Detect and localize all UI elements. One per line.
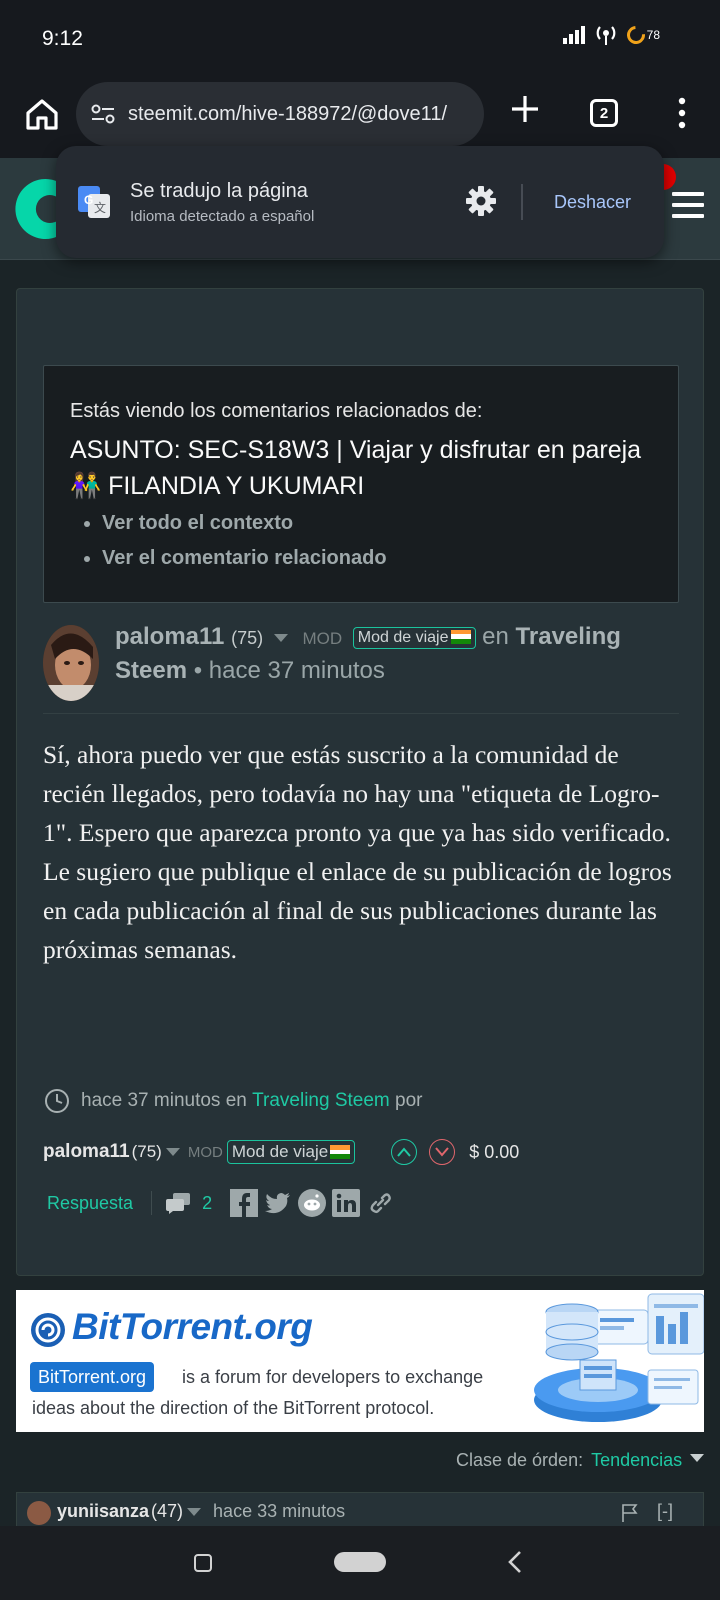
divider: [521, 184, 523, 220]
context-links: Ver todo el contexto Ver el comentario r…: [102, 512, 387, 582]
status-bar: 9:12 78: [0, 0, 720, 78]
comment-footer-author: paloma11 (75) MOD Mod de viaje $ 0.00: [43, 1139, 519, 1165]
hotspot-icon: [596, 26, 616, 45]
next-comment-time[interactable]: hace 33 minutos: [213, 1501, 345, 1522]
new-tab-icon[interactable]: [508, 92, 542, 126]
footer-role-badge: Mod de viaje: [226, 1140, 356, 1164]
clock-icon: [45, 1089, 69, 1113]
role-badge-text: Mod de viaje: [357, 628, 449, 646]
gear-icon[interactable]: [464, 184, 498, 218]
next-comment-dropdown-icon[interactable]: [187, 1507, 202, 1516]
author-name[interactable]: paloma11: [115, 623, 224, 650]
downvote-icon[interactable]: [429, 1139, 456, 1165]
comment-author-line: paloma11 (75) MOD Mod de viaje en Travel…: [115, 621, 675, 687]
author-reputation: (75): [231, 628, 264, 648]
system-nav-bar: [0, 1526, 720, 1600]
next-comment-reputation: (47): [151, 1501, 184, 1521]
flag-icon[interactable]: [621, 1503, 639, 1523]
site-settings-icon[interactable]: [88, 99, 118, 129]
next-comment-author[interactable]: yuniisanza: [57, 1501, 149, 1522]
ad-pill: BitTorrent.org: [30, 1362, 155, 1392]
divider: [151, 1191, 153, 1215]
google-translate-icon: G 文: [78, 186, 110, 218]
url-text: steemit.com/hive-188972/@dove11/: [128, 102, 447, 125]
server-illustration: [534, 1293, 704, 1422]
view-parent-comment-link[interactable]: Ver el comentario relacionado: [102, 547, 387, 570]
home-icon[interactable]: [22, 94, 62, 134]
linkedin-icon[interactable]: [332, 1189, 361, 1217]
status-time: 9:12: [42, 27, 83, 50]
ad-banner[interactable]: BitTorrent.org BitTorrent.org is a forum…: [16, 1290, 704, 1432]
ad-text-line2: ideas about the direction of the BitTorr…: [32, 1398, 435, 1418]
svg-text:G: G: [84, 193, 93, 207]
back-icon[interactable]: [506, 1550, 524, 1574]
battery-level: 78: [646, 28, 660, 42]
ad-title: BitTorrent.org: [72, 1306, 313, 1347]
meta-by: por: [395, 1090, 423, 1111]
comment-meta: hace 37 minutos en Traveling Steem por: [43, 1087, 423, 1115]
comment-card: Estás viendo los comentarios relacionado…: [16, 288, 704, 1276]
ad-text-line1: is a forum for developers to exchange: [182, 1367, 484, 1387]
collapse-button[interactable]: [-]: [657, 1501, 673, 1522]
translate-title: Se tradujo la página: [130, 180, 308, 202]
footer-author-dropdown-icon[interactable]: [165, 1148, 180, 1156]
footer-author-name[interactable]: paloma11: [43, 1141, 130, 1163]
translate-popup: G 文 Se tradujo la página Idioma detectad…: [56, 146, 664, 258]
twitter-icon[interactable]: [264, 1189, 292, 1217]
comments-icon[interactable]: [166, 1191, 192, 1215]
list-item: yuniisanza (47) hace 33 minutos [-]: [16, 1492, 704, 1526]
context-box: Estás viendo los comentarios relacionado…: [43, 365, 679, 603]
address-bar[interactable]: steemit.com/hive-188972/@dove11/: [76, 82, 484, 146]
payout-value[interactable]: $ 0.00: [469, 1142, 519, 1163]
meta-time: hace 37 minutos en: [81, 1090, 247, 1111]
reddit-icon[interactable]: [298, 1189, 327, 1217]
india-flag-icon: [330, 1145, 351, 1159]
upvote-icon[interactable]: [391, 1139, 418, 1165]
tab-switcher-button[interactable]: 2: [590, 99, 618, 127]
facebook-icon[interactable]: [230, 1189, 259, 1217]
footer-author-reputation: (75): [131, 1142, 162, 1161]
role-badge: Mod de viaje: [352, 626, 476, 649]
more-menu-icon[interactable]: [670, 96, 694, 130]
context-title[interactable]: ASUNTO: SEC-S18W3 | Viajar y disfrutar e…: [70, 432, 650, 504]
battery-icon: [622, 22, 649, 48]
in-word: en: [482, 623, 509, 650]
svg-text:文: 文: [94, 200, 106, 215]
status-icons: 78: [562, 22, 660, 48]
context-label: Estás viendo los comentarios relacionado…: [70, 400, 483, 422]
author-dropdown-icon[interactable]: [273, 633, 288, 642]
chevron-down-icon[interactable]: [690, 1453, 705, 1462]
comment-count[interactable]: 2: [202, 1193, 212, 1214]
india-flag-icon: [450, 629, 471, 644]
translate-subtitle: Idioma detectado a español: [130, 208, 315, 225]
avatar[interactable]: [43, 625, 99, 701]
avatar[interactable]: [27, 1501, 51, 1525]
footer-mod-label: MOD: [187, 1143, 223, 1161]
meta-community-link[interactable]: Traveling Steem: [252, 1090, 390, 1112]
undo-translate-button[interactable]: Deshacer: [554, 192, 631, 213]
divider: [43, 713, 679, 714]
view-full-context-link[interactable]: Ver todo el contexto: [102, 512, 387, 535]
sort-label: Clase de órden:: [456, 1450, 584, 1470]
comment-time[interactable]: • hace 37 minutos: [194, 657, 385, 684]
sort-value[interactable]: Tendencias: [591, 1450, 682, 1471]
bittorrent-logo-icon: [31, 1313, 65, 1347]
reply-button[interactable]: Respuesta: [47, 1193, 133, 1214]
sort-selector[interactable]: Clase de órden: Tendencias: [456, 1450, 705, 1471]
recents-button[interactable]: [194, 1554, 212, 1572]
footer-role-badge-text: Mod de viaje: [231, 1142, 329, 1161]
home-button[interactable]: [334, 1552, 386, 1572]
hamburger-menu-icon[interactable]: [672, 192, 704, 218]
link-icon[interactable]: [366, 1189, 394, 1217]
comment-body: Sí, ahora puedo ver que estás suscrito a…: [43, 740, 672, 964]
next-comment-author-line: yuniisanza (47) hace 33 minutos: [57, 1501, 345, 1522]
comment-actions: Respuesta 2: [47, 1187, 400, 1219]
mod-label: MOD: [302, 629, 343, 648]
signal-icon: [562, 26, 585, 44]
